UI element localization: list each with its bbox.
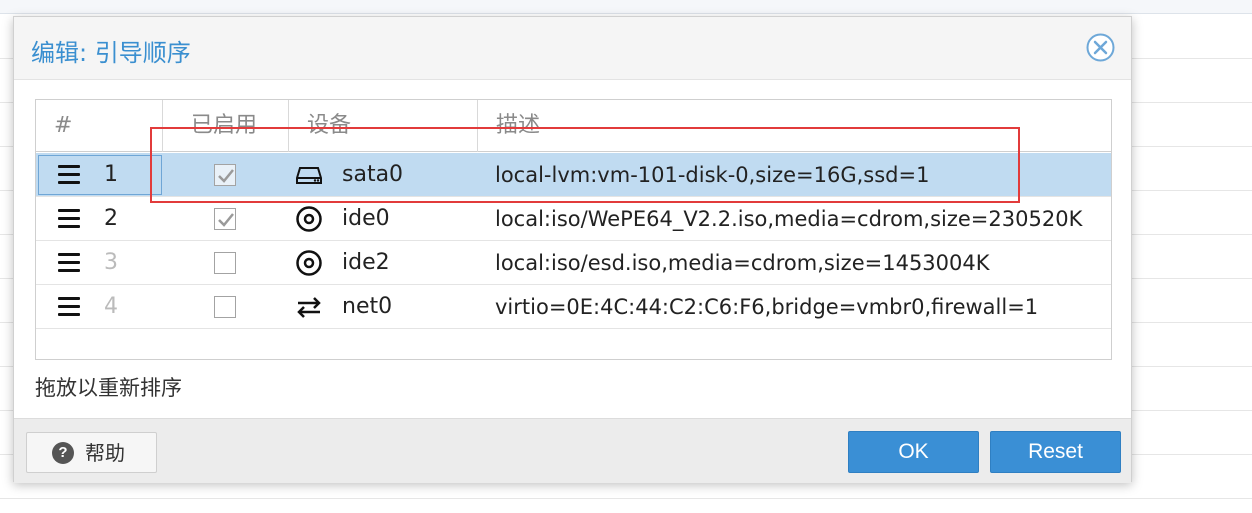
cdrom-icon [295,206,323,232]
row-description: virtio=0E:4C:44:C2:C6:F6,bridge=vmbr0,fi… [495,295,1039,319]
column-header-device[interactable]: 设备 [289,100,478,152]
harddisk-icon [295,162,323,188]
drag-handle-icon[interactable] [58,297,80,317]
question-icon: ? [52,442,74,464]
grid-header: # 已启用 设备 描述 [36,100,1111,152]
row-order: 1 [104,162,118,187]
focus-outline [38,155,162,195]
column-header-description[interactable]: 描述 [478,100,1111,152]
help-button[interactable]: ? 帮助 [26,432,157,473]
dialog-footer: ? 帮助 OK Reset [14,418,1131,483]
reset-button[interactable]: Reset [990,431,1121,473]
background-topbar [0,0,1252,14]
reorder-hint: 拖放以重新排序 [35,376,182,400]
enabled-checkbox[interactable] [214,296,236,318]
row-device: net0 [342,294,393,319]
row-order: 3 [104,250,118,275]
boot-row-ide0[interactable]: 2 ide0 local:iso/WePE64_V2.2.iso,media=c… [36,197,1111,241]
row-order: 2 [104,206,118,231]
boot-row-sata0[interactable]: 1 sata0 local-lvm:vm-101-disk-0,size=16G… [36,153,1111,197]
drag-handle-icon[interactable] [58,253,80,273]
row-device: ide0 [342,206,390,231]
column-header-enabled[interactable]: 已启用 [163,100,289,152]
enabled-checkbox[interactable] [214,164,236,186]
boot-row-net0[interactable]: 4 net0 virtio=0E:4C:44:C2:C6:F6,bridge=v… [36,285,1111,329]
help-label: 帮助 [85,441,125,465]
cdrom-icon [295,250,323,276]
drag-handle-icon[interactable] [58,209,80,229]
row-order: 4 [104,294,118,319]
row-device: ide2 [342,250,390,275]
boot-row-ide2[interactable]: 3 ide2 local:iso/esd.iso,media=cdrom,siz… [36,241,1111,285]
close-icon[interactable] [1086,33,1115,62]
dialog-header: 编辑: 引导顺序 [14,17,1131,80]
boot-order-dialog: 编辑: 引导顺序 # 已启用 设备 描述 1 sata0 local-lvm:v… [13,16,1132,483]
dialog-title: 编辑: 引导顺序 [31,39,191,67]
ok-button[interactable]: OK [848,431,979,473]
background-row [0,498,1252,499]
column-header-order[interactable]: # [36,100,163,152]
row-device: sata0 [342,162,404,187]
row-description: local:iso/esd.iso,media=cdrom,size=14530… [495,251,990,275]
row-description: local-lvm:vm-101-disk-0,size=16G,ssd=1 [495,163,930,187]
boot-order-grid: # 已启用 设备 描述 1 sata0 local-lvm:vm-101-dis… [35,99,1112,360]
network-exchange-icon [295,294,323,320]
drag-handle-icon[interactable] [58,165,80,185]
enabled-checkbox[interactable] [214,208,236,230]
enabled-checkbox[interactable] [214,252,236,274]
row-description: local:iso/WePE64_V2.2.iso,media=cdrom,si… [495,207,1083,231]
